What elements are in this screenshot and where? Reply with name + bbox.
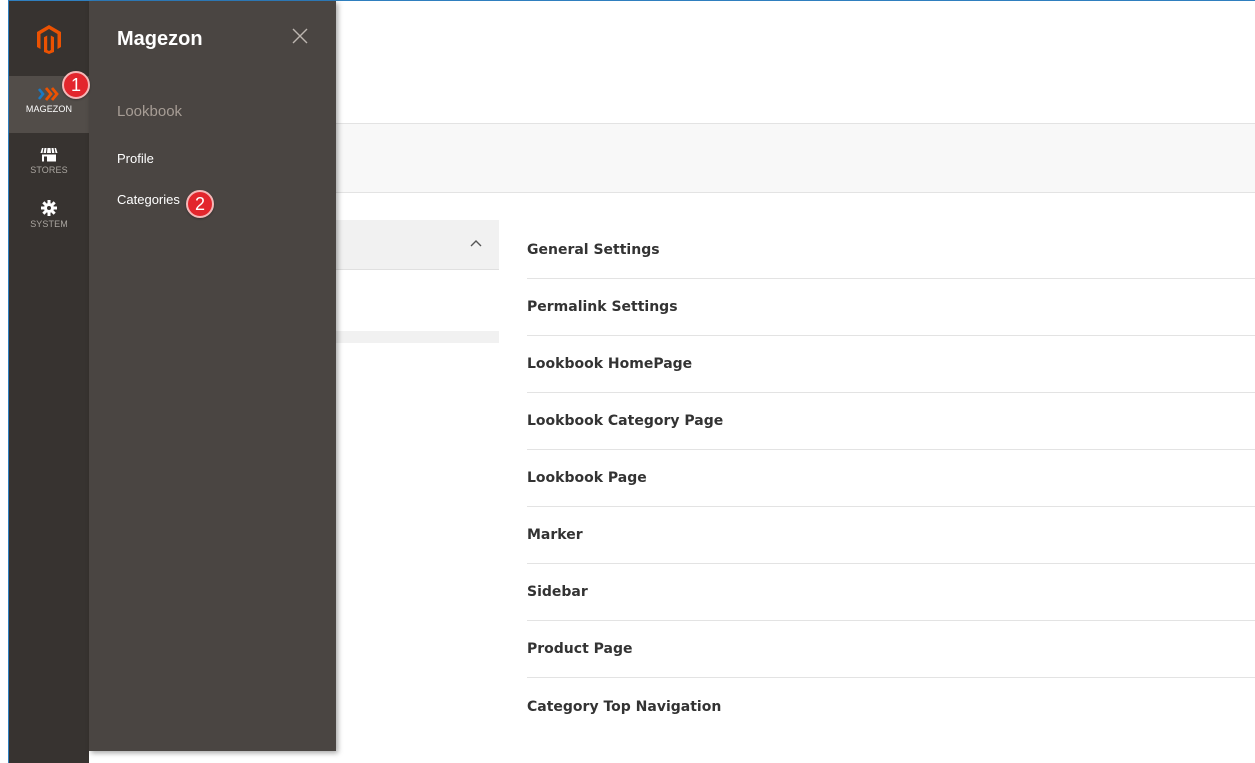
- nav-item-system[interactable]: SYSTEM: [9, 200, 89, 240]
- gear-icon: [41, 200, 57, 216]
- magezon-submenu: Magezon Lookbook Profile Categories: [89, 1, 336, 751]
- magezon-chevrons-icon: [38, 87, 59, 101]
- config-tab-group-header[interactable]: [336, 220, 499, 270]
- config-tab-group-divider: [336, 331, 499, 343]
- close-icon[interactable]: [291, 27, 309, 45]
- submenu-link-profile[interactable]: Profile: [117, 151, 154, 166]
- page-actions-bar: [336, 123, 1255, 193]
- submenu-link-categories[interactable]: Categories: [117, 192, 180, 207]
- step-callout-1: 1: [62, 71, 90, 99]
- nav-item-label: SYSTEM: [30, 219, 68, 229]
- nav-item-stores[interactable]: STORES: [9, 147, 89, 187]
- settings-section-marker[interactable]: Marker: [527, 507, 1255, 564]
- store-icon: [40, 147, 58, 162]
- settings-section-permalink[interactable]: Permalink Settings: [527, 279, 1255, 336]
- settings-section-category-top-nav[interactable]: Category Top Navigation: [527, 678, 1255, 735]
- settings-section-product-page[interactable]: Product Page: [527, 621, 1255, 678]
- submenu-title: Magezon: [117, 28, 203, 50]
- settings-section-sidebar[interactable]: Sidebar: [527, 564, 1255, 621]
- nav-item-label: MAGEZON: [25, 104, 73, 114]
- settings-section-category-page[interactable]: Lookbook Category Page: [527, 393, 1255, 450]
- magento-logo-icon: [37, 24, 61, 54]
- chevron-up-icon: [470, 240, 482, 247]
- settings-section-general[interactable]: General Settings: [527, 222, 1255, 279]
- window-left-border: [0, 0, 9, 763]
- settings-section-lookbook-page[interactable]: Lookbook Page: [527, 450, 1255, 507]
- settings-section-homepage[interactable]: Lookbook HomePage: [527, 336, 1255, 393]
- admin-sidebar: MAGEZON STORES SYSTEM: [9, 1, 89, 763]
- magento-logo[interactable]: [9, 1, 89, 77]
- settings-section-list: General Settings Permalink Settings Look…: [527, 222, 1255, 735]
- submenu-section-lookbook: Lookbook: [117, 103, 183, 120]
- nav-item-label: STORES: [30, 165, 68, 175]
- step-callout-2: 2: [186, 190, 214, 218]
